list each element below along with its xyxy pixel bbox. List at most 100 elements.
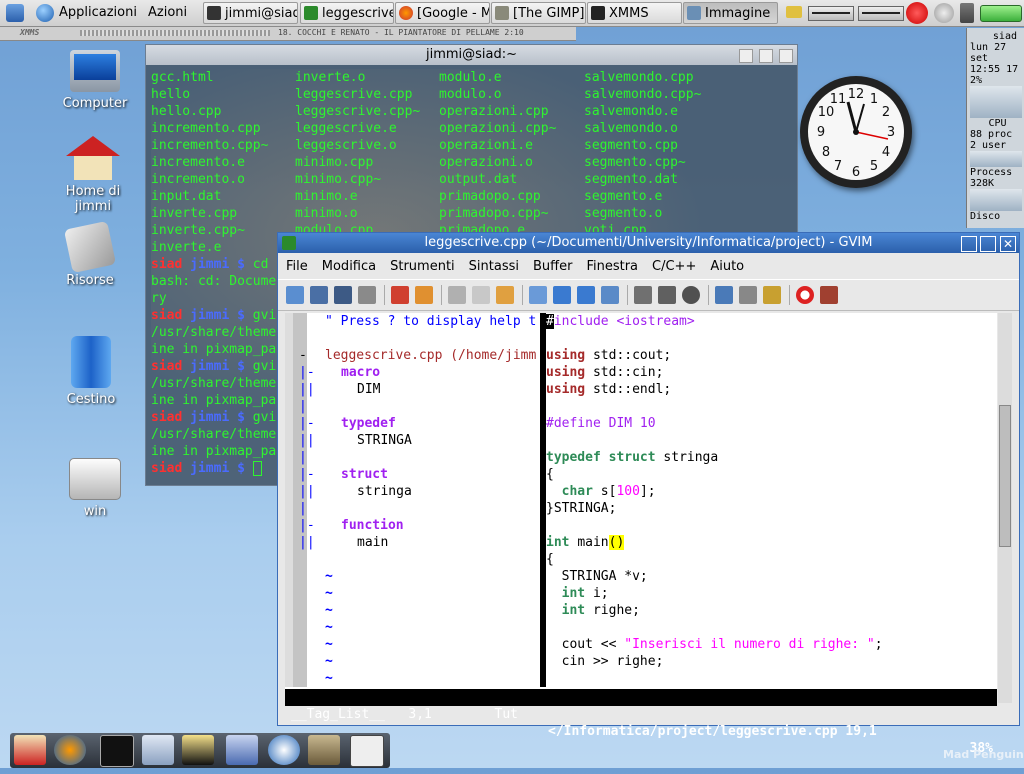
menu-sintassi[interactable]: Sintassi bbox=[469, 259, 519, 274]
print-icon[interactable] bbox=[358, 286, 376, 304]
audio-launcher-icon[interactable] bbox=[268, 735, 300, 765]
terminal-file-entry: leggescrive.cpp~ bbox=[295, 104, 421, 119]
menu-aiuto[interactable]: Aiuto bbox=[710, 259, 744, 274]
net-applet[interactable] bbox=[858, 6, 904, 21]
taglist-struct-group[interactable]: struct bbox=[341, 466, 388, 483]
editor-launcher-icon[interactable] bbox=[226, 735, 258, 765]
desktop-icon-home[interactable]: Home di jimmi bbox=[48, 136, 138, 214]
find-prev-icon[interactable] bbox=[577, 286, 595, 304]
home-launcher-icon[interactable] bbox=[14, 735, 46, 765]
close-icon[interactable]: ✕ bbox=[1000, 236, 1016, 252]
save-session-icon[interactable] bbox=[658, 286, 676, 304]
power-icon[interactable] bbox=[906, 2, 928, 24]
run-script-icon[interactable] bbox=[682, 286, 700, 304]
maximize-icon[interactable] bbox=[980, 236, 996, 252]
menu-finestra[interactable]: Finestra bbox=[586, 259, 638, 274]
cut-icon[interactable] bbox=[448, 286, 466, 304]
shell-icon[interactable] bbox=[739, 286, 757, 304]
gvim-statusline: __Tag_List__ 3,1 Tut </Informatica/proje… bbox=[285, 689, 997, 756]
minimize-icon[interactable] bbox=[961, 236, 977, 252]
code-line-cout: cout << "Inserisci il numero di righe: "… bbox=[546, 637, 883, 652]
gvim-window[interactable]: leggescrive.cpp (~/Documenti/University/… bbox=[277, 232, 1020, 756]
desktop-icon-resources[interactable]: Risorse bbox=[45, 220, 135, 288]
gnome-foot-icon[interactable] bbox=[6, 2, 24, 23]
make-icon[interactable] bbox=[715, 286, 733, 304]
tags-icon[interactable] bbox=[763, 286, 781, 304]
terminal-launcher-icon[interactable] bbox=[100, 735, 134, 767]
menu-strumenti[interactable]: Strumenti bbox=[390, 259, 455, 274]
task-gvim[interactable]: leggescrive bbox=[300, 2, 394, 24]
svg-text:5: 5 bbox=[870, 159, 878, 174]
taglist-item-dim[interactable]: DIM bbox=[357, 381, 380, 398]
volume-icon[interactable] bbox=[934, 3, 954, 23]
gvim-editor[interactable]: " Press ? to display help t - leggescriv… bbox=[285, 313, 997, 689]
maximize-icon[interactable] bbox=[759, 49, 773, 63]
code-line-int-i: int i; bbox=[561, 586, 609, 601]
menu-buffer[interactable]: Buffer bbox=[533, 259, 572, 274]
paste-icon[interactable] bbox=[496, 286, 514, 304]
redo-icon[interactable] bbox=[415, 286, 433, 304]
taglist-file[interactable]: leggescrive.cpp (/home/jimm bbox=[325, 347, 536, 364]
taglist-macro-group[interactable]: macro bbox=[341, 364, 380, 381]
help-icon[interactable] bbox=[796, 286, 814, 304]
menu-modifica[interactable]: Modifica bbox=[322, 259, 376, 274]
cpu-applet[interactable] bbox=[808, 6, 854, 21]
image-icon bbox=[687, 6, 701, 20]
desktop-icon-trash[interactable]: Cestino bbox=[46, 336, 136, 407]
tux-launcher-icon[interactable] bbox=[350, 735, 384, 767]
menu-file[interactable]: File bbox=[286, 259, 308, 274]
desktop-icon-computer[interactable]: Computer bbox=[50, 50, 140, 111]
terminal-column-1: gcc.html hello hello.cpp incremento.cpp incr… bbox=[151, 69, 268, 256]
load-session-icon[interactable] bbox=[634, 286, 652, 304]
terminal-file-entry: incremento.cpp~ bbox=[151, 138, 269, 153]
gvim-titlebar[interactable]: leggescrive.cpp (~/Documenti/University/… bbox=[278, 233, 1019, 253]
close-icon[interactable] bbox=[779, 49, 793, 63]
xmms-player-bar[interactable]: XMMS 18. COCCHI E RENATO - IL PIANTATORE… bbox=[0, 27, 576, 41]
battery-icon[interactable] bbox=[980, 5, 1022, 22]
mail-launcher-icon[interactable] bbox=[142, 735, 174, 765]
drive-icon bbox=[69, 458, 121, 500]
right-scrollbar[interactable] bbox=[998, 313, 1012, 703]
firefox-icon bbox=[399, 6, 413, 20]
applications-menu[interactable]: Applicazioni bbox=[36, 2, 137, 23]
taglist-item-main[interactable]: main bbox=[357, 534, 388, 551]
svg-text:9: 9 bbox=[817, 125, 825, 140]
gimp-launcher-icon[interactable] bbox=[308, 735, 340, 765]
browser-launcher-icon[interactable] bbox=[54, 735, 86, 765]
taglist-pane[interactable]: " Press ? to display help t - leggescriv… bbox=[285, 313, 540, 687]
taglist-item-stringa-struct[interactable]: stringa bbox=[357, 483, 412, 500]
menu-cpp[interactable]: C/C++ bbox=[652, 259, 696, 274]
notification-icon[interactable] bbox=[786, 6, 802, 18]
undo-icon[interactable] bbox=[391, 286, 409, 304]
terminal-file-entry: salvemondo.e bbox=[584, 104, 678, 119]
task-firefox[interactable]: [Google - M bbox=[395, 2, 490, 24]
copy-icon[interactable] bbox=[472, 286, 490, 304]
vim-icon bbox=[282, 236, 296, 250]
find-icon[interactable] bbox=[529, 286, 547, 304]
media-launcher-icon[interactable] bbox=[182, 735, 214, 765]
taglist-typedef-group[interactable]: typedef bbox=[341, 415, 396, 432]
task-image[interactable]: Immagine bbox=[683, 2, 778, 24]
taglist-function-group[interactable]: function bbox=[341, 517, 404, 534]
terminal-titlebar[interactable]: jimmi@siad:~ bbox=[146, 45, 797, 65]
svg-text:10: 10 bbox=[818, 105, 835, 120]
find-help-icon[interactable] bbox=[820, 286, 838, 304]
task-xmms[interactable]: XMMS bbox=[587, 2, 682, 24]
task-label: Immagine bbox=[705, 5, 771, 21]
save-icon[interactable] bbox=[310, 286, 328, 304]
terminal-column-3: modulo.e modulo.o operazioni.cpp operazioni… bbox=[439, 69, 556, 239]
minimize-icon[interactable] bbox=[739, 49, 753, 63]
taglist-item-stringa-typedef[interactable]: STRINGA bbox=[357, 432, 412, 449]
actions-menu[interactable]: Azioni bbox=[148, 2, 187, 23]
usb-icon[interactable] bbox=[960, 3, 974, 23]
scrollbar-thumb[interactable] bbox=[999, 405, 1011, 547]
task-gimp[interactable]: [The GIMP] bbox=[491, 2, 586, 24]
replace-icon[interactable] bbox=[601, 286, 619, 304]
save-all-icon[interactable] bbox=[334, 286, 352, 304]
source-pane[interactable]: #include <iostream> using std::cout; usi… bbox=[546, 313, 997, 687]
desktop-icon-win[interactable]: win bbox=[50, 458, 140, 519]
terminal-file-entry: segmento.cpp~ bbox=[584, 155, 686, 170]
find-next-icon[interactable] bbox=[553, 286, 571, 304]
task-terminal[interactable]: jimmi@siad bbox=[203, 2, 298, 24]
open-icon[interactable] bbox=[286, 286, 304, 304]
